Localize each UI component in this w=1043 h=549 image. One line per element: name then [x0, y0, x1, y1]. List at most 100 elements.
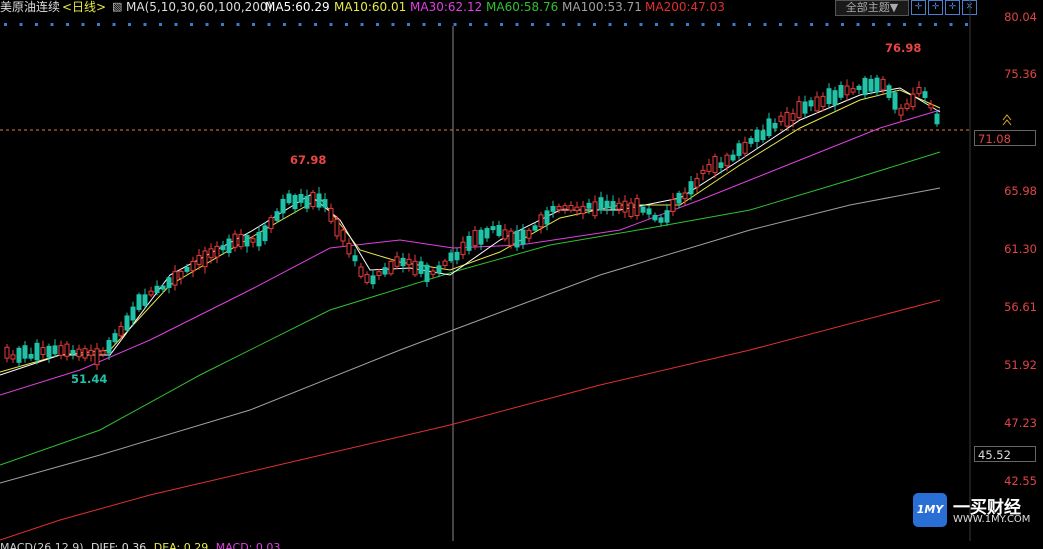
candle-body [70, 349, 76, 355]
candle-body [196, 255, 202, 265]
separator-dot [918, 23, 922, 26]
candle-body [880, 78, 886, 91]
separator-dot [128, 23, 131, 26]
candle-body [238, 233, 244, 248]
separator-dot [670, 23, 674, 26]
candle-body [490, 226, 496, 231]
separator-dot [81, 23, 85, 26]
candle-body [790, 113, 796, 122]
candle-body [112, 333, 118, 343]
candle-body [184, 266, 190, 272]
candle-body [712, 156, 718, 173]
ma5-line [0, 87, 941, 376]
candle-body [484, 228, 490, 239]
candle-body [694, 178, 700, 188]
candle-body [514, 230, 520, 248]
separator-dot [763, 23, 767, 26]
high-annotation: 76.98 [885, 41, 922, 55]
current-price-box: 71.08 [974, 130, 1036, 146]
candle-body [298, 193, 304, 203]
candle-body [838, 85, 844, 98]
crosshair-price-box: 45.52 [974, 446, 1036, 462]
candle-body [622, 200, 628, 213]
separator-dot [407, 23, 410, 26]
separator-dot [593, 23, 596, 26]
candle-body [436, 265, 442, 273]
candle-body [616, 202, 622, 210]
candle-body [532, 225, 538, 231]
candle-body [814, 96, 820, 112]
candle-body [280, 198, 286, 214]
indicator-name[interactable]: MACD(26,12,9) [0, 541, 84, 549]
candle-body [646, 208, 652, 215]
candle-body [418, 261, 424, 274]
separator-dot [841, 23, 844, 26]
candle-body [580, 205, 586, 215]
separator-dot [267, 23, 271, 26]
candle-body [412, 260, 418, 276]
candle-body [166, 277, 172, 288]
candle-body [652, 214, 658, 221]
ma10-line [0, 89, 941, 373]
separator-dot [174, 23, 178, 26]
separator-dot [484, 23, 488, 26]
scale-label: 47.23 [1004, 416, 1037, 430]
candle-body [742, 141, 748, 154]
candle-body [724, 154, 730, 167]
candle-body [640, 206, 646, 213]
candle-body [88, 349, 94, 356]
candle-body [172, 271, 178, 286]
candle-body [736, 143, 742, 156]
candle-body [190, 260, 196, 272]
scale-label: 51.92 [1004, 358, 1037, 372]
separator-dot [298, 23, 302, 26]
separator-dot [345, 23, 348, 26]
separator-dot [500, 23, 503, 26]
candle-body [910, 93, 916, 108]
candle-body [4, 346, 10, 359]
separator-dot [546, 23, 550, 26]
candle-body [442, 260, 448, 266]
separator-dot [608, 23, 612, 26]
separator-dot [779, 23, 782, 26]
separator-dot [376, 23, 379, 26]
scroll-up-icon[interactable] [1002, 114, 1012, 126]
candle-body [346, 242, 352, 255]
candle-body [274, 211, 280, 221]
separator-dot [794, 23, 798, 26]
candle-body [592, 201, 598, 217]
candle-body [268, 217, 274, 230]
candle-body [58, 345, 64, 356]
separator-dot [934, 23, 937, 26]
candle-body [286, 193, 292, 204]
candle-body [214, 245, 220, 258]
candle-body [664, 210, 670, 223]
candle-body [598, 197, 604, 211]
separator-dot [732, 23, 736, 26]
candle-body [670, 199, 676, 212]
candle-body [226, 238, 232, 254]
candle-body [856, 85, 862, 90]
candle-body [688, 181, 694, 195]
candle-body [526, 229, 532, 239]
candle-body [328, 207, 334, 222]
separator-dot [825, 23, 829, 26]
scale-label: 42.55 [1004, 474, 1037, 488]
dea-value: DEA: 0.29 [153, 541, 209, 549]
high-annotation: 67.98 [290, 153, 327, 167]
scale-label: 61.30 [1004, 242, 1037, 256]
ma100-line [0, 187, 941, 484]
candle-body [472, 230, 478, 247]
candle-body [388, 260, 394, 275]
separator-dot [469, 23, 472, 26]
separator-dot [252, 23, 255, 26]
separator-dot [50, 23, 54, 26]
candle-body [82, 348, 88, 359]
candle-body [604, 200, 610, 209]
candle-body [220, 245, 226, 251]
candlestick-chart[interactable] [0, 0, 1043, 549]
candle-body [106, 339, 112, 354]
ma30-line [0, 109, 941, 396]
candle-body [508, 230, 514, 246]
scale-label: 75.36 [1004, 67, 1037, 81]
